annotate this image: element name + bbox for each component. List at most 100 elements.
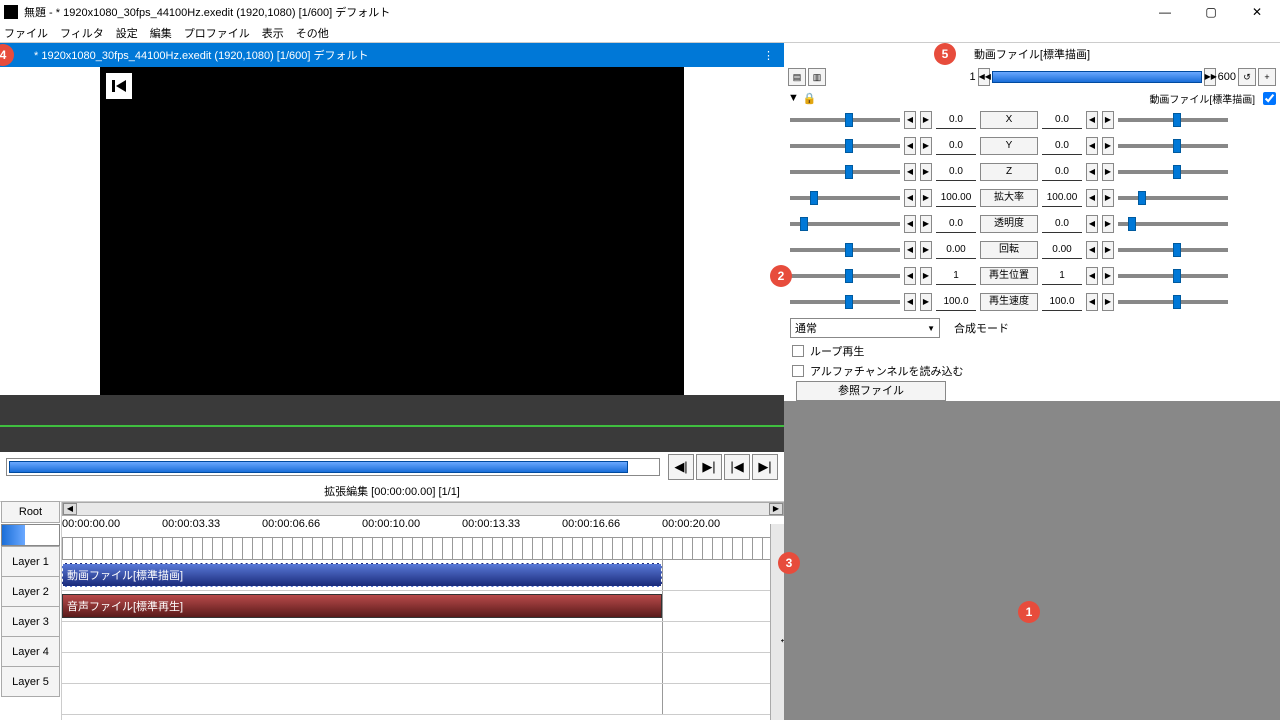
value-left[interactable]: 0.00 bbox=[936, 241, 976, 259]
nudge-left-minus[interactable]: ◀ bbox=[904, 215, 916, 233]
nudge-right-plus[interactable]: ▶ bbox=[1102, 189, 1114, 207]
tick-ruler[interactable] bbox=[62, 538, 784, 560]
slider-right[interactable] bbox=[1118, 248, 1228, 252]
minimize-button[interactable]: — bbox=[1142, 0, 1188, 23]
value-left[interactable]: 100.0 bbox=[936, 293, 976, 311]
tool-icon-2[interactable]: ▥ bbox=[808, 68, 826, 86]
value-right[interactable]: 100.00 bbox=[1042, 189, 1082, 207]
close-button[interactable]: ✕ bbox=[1234, 0, 1280, 23]
time-ruler[interactable]: 00:00:00.00 00:00:03.33 00:00:06.66 00:0… bbox=[62, 516, 784, 538]
nudge-left-minus[interactable]: ◀ bbox=[904, 241, 916, 259]
value-right[interactable]: 100.0 bbox=[1042, 293, 1082, 311]
slider-left[interactable] bbox=[790, 274, 900, 278]
menu-filter[interactable]: フィルタ bbox=[60, 25, 104, 41]
value-left[interactable]: 0.0 bbox=[936, 137, 976, 155]
chevron-down-icon[interactable]: ▼ bbox=[788, 92, 799, 104]
value-right[interactable]: 0.0 bbox=[1042, 163, 1082, 181]
param-label[interactable]: Z bbox=[980, 163, 1038, 181]
param-label[interactable]: 再生速度 bbox=[980, 293, 1038, 311]
step-back-button[interactable]: ◀| bbox=[668, 454, 694, 480]
nudge-left-plus[interactable]: ▶ bbox=[920, 163, 932, 181]
menu-edit[interactable]: 編集 bbox=[150, 25, 172, 41]
value-right[interactable]: 0.0 bbox=[1042, 111, 1082, 129]
nudge-left-plus[interactable]: ▶ bbox=[920, 189, 932, 207]
value-right[interactable]: 1 bbox=[1042, 267, 1082, 285]
video-clip[interactable]: 動画ファイル[標準描画] bbox=[62, 563, 662, 587]
timeline-hscroll[interactable]: ◀▶ bbox=[62, 502, 784, 516]
track-1[interactable]: 動画ファイル[標準描画] bbox=[62, 560, 784, 591]
preview-canvas[interactable] bbox=[100, 67, 684, 395]
param-label[interactable]: 透明度 bbox=[980, 215, 1038, 233]
nudge-right-plus[interactable]: ▶ bbox=[1102, 293, 1114, 311]
seek-bar[interactable] bbox=[6, 458, 660, 476]
menu-settings[interactable]: 設定 bbox=[116, 25, 138, 41]
nudge-right-plus[interactable]: ▶ bbox=[1102, 241, 1114, 259]
nudge-right-minus[interactable]: ◀ bbox=[1086, 163, 1098, 181]
track-5[interactable] bbox=[62, 684, 784, 715]
slider-right[interactable] bbox=[1118, 196, 1228, 200]
slider-left[interactable] bbox=[790, 196, 900, 200]
frame-track[interactable] bbox=[992, 71, 1202, 83]
layer-4-label[interactable]: Layer 4 bbox=[1, 636, 60, 667]
track-2[interactable]: 音声ファイル[標準再生] bbox=[62, 591, 784, 622]
jump-start-icon[interactable] bbox=[106, 73, 132, 99]
section-expand[interactable]: ▼ 🔒 動画ファイル[標準描画] bbox=[784, 89, 1280, 107]
track-4[interactable] bbox=[62, 653, 784, 684]
param-label[interactable]: 再生位置 bbox=[980, 267, 1038, 285]
nudge-right-minus[interactable]: ◀ bbox=[1086, 111, 1098, 129]
alpha-checkbox[interactable] bbox=[792, 365, 804, 377]
value-left[interactable]: 0.0 bbox=[936, 163, 976, 181]
tool-icon-3[interactable]: ↺ bbox=[1238, 68, 1256, 86]
value-left[interactable]: 0.0 bbox=[936, 111, 976, 129]
nudge-left-plus[interactable]: ▶ bbox=[920, 137, 932, 155]
nudge-right-minus[interactable]: ◀ bbox=[1086, 293, 1098, 311]
tool-icon-1[interactable]: ▤ bbox=[788, 68, 806, 86]
nudge-right-plus[interactable]: ▶ bbox=[1102, 111, 1114, 129]
slider-left[interactable] bbox=[790, 170, 900, 174]
nudge-right-minus[interactable]: ◀ bbox=[1086, 215, 1098, 233]
ref-file-button[interactable]: 参照ファイル bbox=[796, 381, 946, 401]
nudge-left-minus[interactable]: ◀ bbox=[904, 137, 916, 155]
nudge-right-plus[interactable]: ▶ bbox=[1102, 137, 1114, 155]
loop-checkbox[interactable] bbox=[792, 345, 804, 357]
menu-other[interactable]: その他 bbox=[296, 25, 329, 41]
value-right[interactable]: 0.0 bbox=[1042, 215, 1082, 233]
blend-mode-dropdown[interactable]: 通常▼ bbox=[790, 318, 940, 338]
slider-right[interactable] bbox=[1118, 274, 1228, 278]
value-left[interactable]: 100.00 bbox=[936, 189, 976, 207]
layer-1-label[interactable]: Layer 1 bbox=[1, 546, 60, 577]
slider-left[interactable] bbox=[790, 222, 900, 226]
nudge-right-plus[interactable]: ▶ bbox=[1102, 215, 1114, 233]
nudge-left-minus[interactable]: ◀ bbox=[904, 189, 916, 207]
nudge-left-minus[interactable]: ◀ bbox=[904, 163, 916, 181]
tool-icon-4[interactable]: + bbox=[1258, 68, 1276, 86]
timeline-tracks[interactable]: ◀▶ 00:00:00.00 00:00:03.33 00:00:06.66 0… bbox=[62, 502, 784, 720]
frame-next[interactable]: ▶▶ bbox=[1204, 68, 1216, 86]
slider-right[interactable] bbox=[1118, 118, 1228, 122]
layer-3-label[interactable]: Layer 3 bbox=[1, 606, 60, 637]
nudge-left-plus[interactable]: ▶ bbox=[920, 215, 932, 233]
maximize-button[interactable]: ▢ bbox=[1188, 0, 1234, 23]
jump-end-button[interactable]: ▶| bbox=[752, 454, 778, 480]
play-button[interactable]: ▶| bbox=[696, 454, 722, 480]
param-label[interactable]: 回転 bbox=[980, 241, 1038, 259]
lock-icon[interactable]: 🔒 bbox=[803, 92, 817, 105]
nudge-left-plus[interactable]: ▶ bbox=[920, 111, 932, 129]
slider-left[interactable] bbox=[790, 248, 900, 252]
menu-profile[interactable]: プロファイル bbox=[184, 25, 250, 41]
slider-right[interactable] bbox=[1118, 170, 1228, 174]
slider-left[interactable] bbox=[790, 300, 900, 304]
value-left[interactable]: 1 bbox=[936, 267, 976, 285]
layer-5-label[interactable]: Layer 5 bbox=[1, 666, 60, 697]
nudge-right-plus[interactable]: ▶ bbox=[1102, 163, 1114, 181]
audio-clip[interactable]: 音声ファイル[標準再生] bbox=[62, 594, 662, 618]
nudge-left-plus[interactable]: ▶ bbox=[920, 241, 932, 259]
value-left[interactable]: 0.0 bbox=[936, 215, 976, 233]
param-label[interactable]: Y bbox=[980, 137, 1038, 155]
layer-2-label[interactable]: Layer 2 bbox=[1, 576, 60, 607]
slider-right[interactable] bbox=[1118, 222, 1228, 226]
jump-start-button[interactable]: |◀ bbox=[724, 454, 750, 480]
slider-left[interactable] bbox=[790, 118, 900, 122]
value-right[interactable]: 0.00 bbox=[1042, 241, 1082, 259]
param-label[interactable]: 拡大率 bbox=[980, 189, 1038, 207]
